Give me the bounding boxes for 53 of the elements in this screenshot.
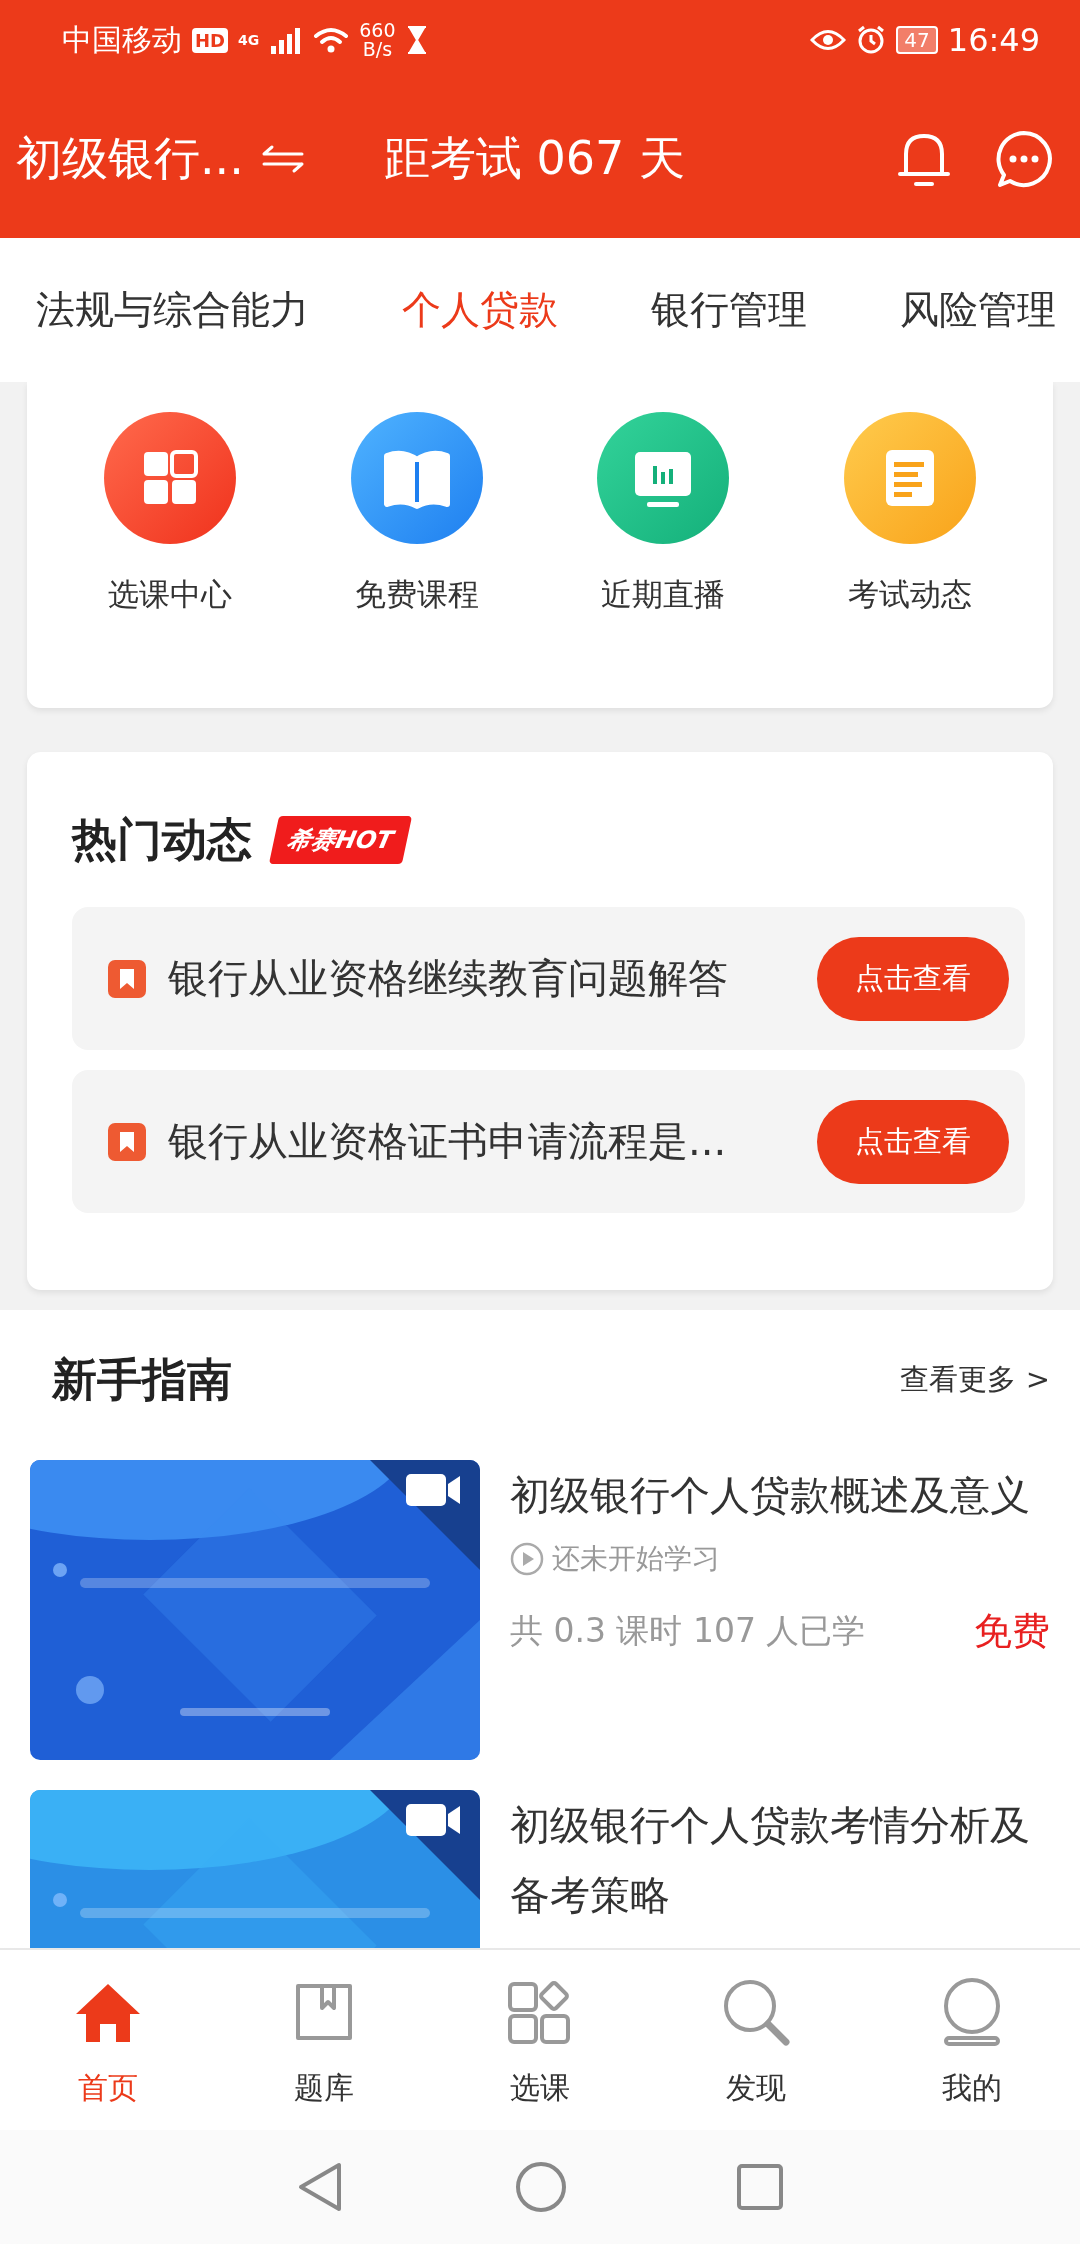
hot-badge: 希赛HOT bbox=[268, 816, 412, 864]
document-icon bbox=[843, 412, 976, 544]
subject-selector[interactable]: 初级银行... bbox=[16, 128, 244, 190]
shortcut-label[interactable]: 选课中心 bbox=[108, 574, 233, 616]
course-title[interactable]: 初级银行个人贷款概述及意义 bbox=[510, 1460, 1050, 1530]
section-title: 热门动态 bbox=[72, 812, 252, 868]
view-button[interactable]: 点击查看 bbox=[817, 1099, 1009, 1184]
grid-icon bbox=[104, 412, 237, 544]
subject-tab[interactable]: 个人贷款 bbox=[402, 283, 558, 337]
clock-time: 16:49 bbox=[947, 24, 1040, 56]
speed-unit: B/s bbox=[362, 40, 393, 59]
exam-countdown: 距考试 067 天 bbox=[383, 130, 686, 187]
course-title[interactable]: 初级银行个人贷款考情分析及备考策略 bbox=[510, 1790, 1050, 1930]
news-item[interactable]: 银行从业资格继续教育问题解答 点击查看 bbox=[72, 907, 1025, 1050]
bookmark-icon bbox=[108, 959, 146, 998]
alarm-icon bbox=[856, 25, 887, 55]
book-icon bbox=[350, 412, 483, 544]
video-camera-icon bbox=[406, 1472, 462, 1508]
nav-tab[interactable]: 选课 bbox=[432, 1950, 648, 2130]
study-status: 还未开始学习 bbox=[552, 1541, 720, 1577]
nav-tab[interactable]: 我的 bbox=[864, 1950, 1080, 2130]
subject-tab[interactable]: 风险管理 bbox=[900, 283, 1056, 337]
carrier-name: 中国移动 bbox=[62, 25, 182, 55]
video-camera-icon bbox=[406, 1802, 462, 1838]
bookmark-icon bbox=[108, 1122, 146, 1161]
play-icon bbox=[510, 1542, 544, 1576]
chat-icon[interactable] bbox=[994, 129, 1054, 189]
monitor-icon bbox=[597, 412, 730, 544]
nav-tab[interactable]: 发现 bbox=[648, 1950, 864, 2130]
home-button-icon[interactable] bbox=[515, 2161, 567, 2213]
hd-badge: HD bbox=[192, 27, 228, 53]
news-title: 银行从业资格证书申请流程是... bbox=[168, 1117, 728, 1166]
subject-tab[interactable]: 法规与综合能力 bbox=[36, 283, 309, 337]
section-title: 新手指南 bbox=[52, 1352, 232, 1408]
news-title: 银行从业资格继续教育问题解答 bbox=[168, 954, 729, 1003]
shortcut-label[interactable]: 免费课程 bbox=[354, 574, 479, 616]
shortcut-label[interactable]: 近期直播 bbox=[601, 574, 726, 616]
hourglass-icon bbox=[405, 25, 428, 55]
view-button[interactable]: 点击查看 bbox=[817, 936, 1009, 1021]
news-item[interactable]: 银行从业资格证书申请流程是... 点击查看 bbox=[72, 1070, 1025, 1213]
subject-tab[interactable]: 银行管理 bbox=[651, 283, 807, 337]
nav-tab[interactable]: 首页 bbox=[0, 1950, 216, 2130]
course-price: 免费 bbox=[974, 1608, 1050, 1655]
shortcut-label[interactable]: 考试动态 bbox=[847, 574, 972, 616]
wifi-icon bbox=[313, 26, 350, 54]
network-type: 4G bbox=[238, 32, 260, 48]
recents-icon[interactable] bbox=[737, 2164, 783, 2210]
network-speed: 660 bbox=[359, 21, 396, 40]
course-stats: 共 0.3 课时 107 人已学 bbox=[510, 1610, 866, 1652]
nav-tab[interactable]: 题库 bbox=[216, 1950, 432, 2130]
battery-level: 47 bbox=[896, 26, 938, 54]
eye-icon bbox=[810, 27, 847, 53]
see-more-link[interactable]: 查看更多 > bbox=[900, 1360, 1050, 1400]
